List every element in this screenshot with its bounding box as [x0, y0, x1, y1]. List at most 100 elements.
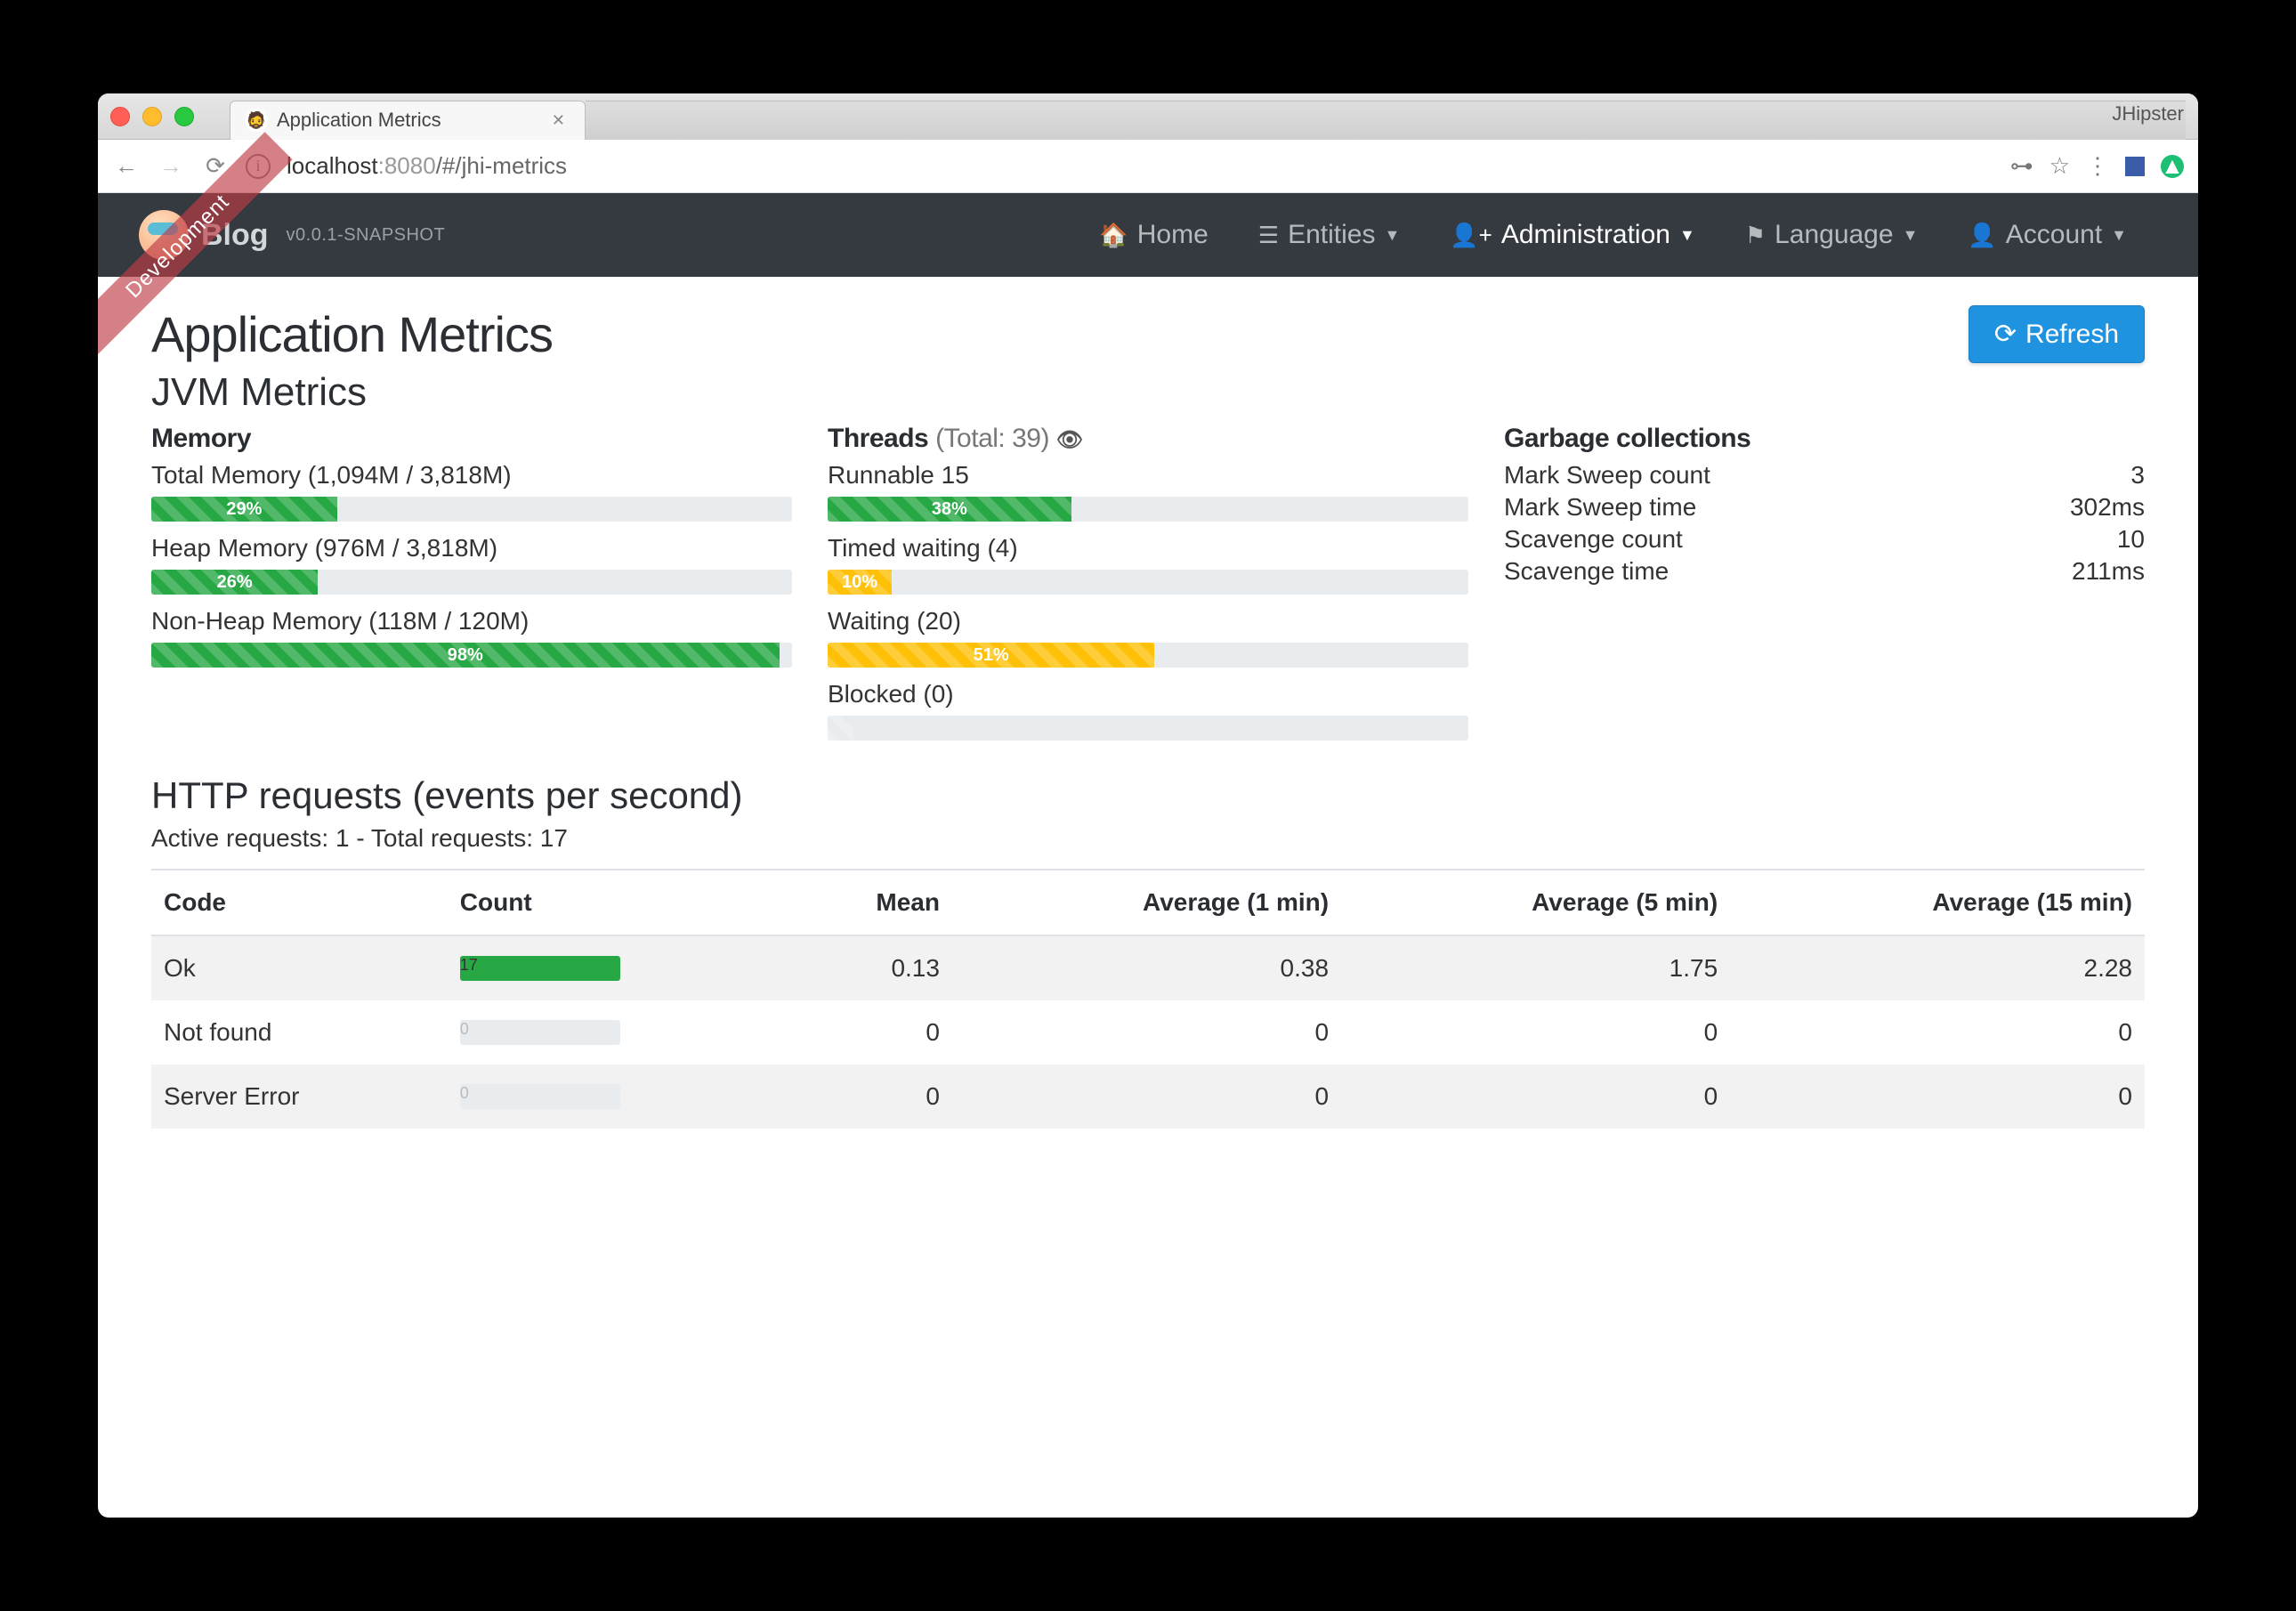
threads-timed-label: Timed waiting (4) — [828, 534, 1468, 563]
gc-label: Scavenge time — [1504, 557, 1669, 586]
memory-heading: Memory — [151, 424, 792, 454]
app-navbar: Development Blog v0.0.1-SNAPSHOT 🏠 Home … — [98, 193, 2198, 277]
close-tab-button[interactable]: ✕ — [546, 111, 570, 130]
count-cell: 0 — [448, 1065, 789, 1129]
table-row: Not found00000 — [151, 1000, 2145, 1065]
http-heading: HTTP requests (events per second) — [151, 774, 2145, 817]
nav-administration[interactable]: 👤+ Administration ▼ — [1450, 220, 1694, 250]
threads-blocked-progress — [828, 716, 1468, 741]
nonheap-memory-bar: 98% — [151, 643, 780, 668]
gc-row: Mark Sweep count3 — [1504, 461, 2145, 490]
http-table: CodeCountMeanAverage (1 min)Average (5 m… — [151, 869, 2145, 1129]
code-cell: Not found — [151, 1000, 448, 1065]
jvm-heading: JVM Metrics — [151, 370, 2145, 415]
user-icon: 👤 — [1968, 222, 1996, 249]
nav-home[interactable]: 🏠 Home — [1099, 220, 1208, 250]
url-port: :8080 — [378, 152, 436, 179]
threads-column: Threads (Total: 39) 👁 Runnable 15 38% Ti… — [828, 424, 1468, 753]
table-header: Average (15 min) — [1730, 870, 2145, 935]
url-bar: ← → ⟳ i localhost:8080/#/jhi-metrics ⊶ ☆… — [98, 140, 2198, 193]
threads-waiting-bar: 51% — [828, 643, 1154, 668]
heap-memory-bar: 26% — [151, 570, 318, 595]
gc-row: Scavenge count10 — [1504, 525, 2145, 554]
count-progress: 0 — [460, 1020, 620, 1045]
http-summary: Active requests: 1 - Total requests: 17 — [151, 824, 2145, 853]
browser-window: 🧔 Application Metrics ✕ JHipster ← → ⟳ i… — [98, 93, 2198, 1518]
list-icon: ☰ — [1258, 222, 1279, 249]
threads-runnable-progress: 38% — [828, 497, 1468, 522]
code-cell: Server Error — [151, 1065, 448, 1129]
titlebar-app-name: JHipster — [2112, 102, 2184, 125]
zoom-window-button[interactable] — [174, 107, 194, 126]
threads-timed-bar: 10% — [828, 570, 892, 595]
gc-label: Scavenge count — [1504, 525, 1683, 554]
url-path: /#/jhi-metrics — [436, 152, 567, 179]
metric-cell: 1.75 — [1341, 935, 1730, 1000]
gc-label: Mark Sweep time — [1504, 493, 1696, 522]
back-button[interactable]: ← — [112, 152, 141, 180]
gc-value: 211ms — [2072, 557, 2145, 586]
metric-cell: 0 — [1730, 1065, 2145, 1129]
forward-button[interactable]: → — [157, 152, 185, 180]
metric-cell: 0 — [1730, 1000, 2145, 1065]
eye-icon[interactable]: 👁 — [1056, 428, 1083, 452]
count-cell: 17 — [448, 935, 789, 1000]
menu-icon[interactable]: ⋮ — [2086, 152, 2109, 180]
tab-title: Application Metrics — [277, 109, 441, 132]
flag-icon: ⚑ — [1745, 222, 1766, 249]
heap-memory-progress: 26% — [151, 570, 792, 595]
heap-memory-label: Heap Memory (976M / 3,818M) — [151, 534, 792, 563]
minimize-window-button[interactable] — [142, 107, 162, 126]
metric-cell: 0 — [952, 1065, 1341, 1129]
gc-heading: Garbage collections — [1504, 424, 2145, 454]
metric-cell: 0 — [1341, 1000, 1730, 1065]
nav-home-label: Home — [1137, 220, 1209, 250]
metric-cell: 0.38 — [952, 935, 1341, 1000]
count-bar: 17 — [460, 956, 620, 981]
nav-entities-label: Entities — [1288, 220, 1375, 250]
nonheap-memory-progress: 98% — [151, 643, 792, 668]
table-header: Average (1 min) — [952, 870, 1341, 935]
nav-language[interactable]: ⚑ Language ▼ — [1745, 220, 1919, 250]
extension-icon-2[interactable]: ▲ — [2161, 155, 2184, 178]
count-bar: 0 — [460, 1084, 465, 1109]
metric-cell: 0 — [952, 1000, 1341, 1065]
chevron-down-icon: ▼ — [2111, 226, 2127, 245]
key-icon[interactable]: ⊶ — [2010, 152, 2033, 180]
refresh-label: Refresh — [2025, 320, 2119, 350]
gc-label: Mark Sweep count — [1504, 461, 1710, 490]
extension-icon-1[interactable] — [2125, 157, 2145, 176]
star-icon[interactable]: ☆ — [2049, 152, 2070, 180]
metric-cell: 0 — [788, 1065, 952, 1129]
nav-entities[interactable]: ☰ Entities ▼ — [1258, 220, 1401, 250]
threads-total: (Total: 39) — [935, 424, 1049, 453]
favicon-icon: 🧔 — [245, 109, 268, 132]
page-content: Application Metrics ⟳ Refresh JVM Metric… — [98, 277, 2198, 1518]
address-field[interactable]: localhost:8080/#/jhi-metrics — [287, 152, 1994, 180]
metric-cell: 0 — [1341, 1065, 1730, 1129]
total-memory-label: Total Memory (1,094M / 3,818M) — [151, 461, 792, 490]
chevron-down-icon: ▼ — [1903, 226, 1919, 245]
count-progress: 0 — [460, 1084, 620, 1109]
threads-runnable-bar: 38% — [828, 497, 1071, 522]
total-memory-bar: 29% — [151, 497, 337, 522]
threads-runnable-label: Runnable 15 — [828, 461, 1468, 490]
table-header: Average (5 min) — [1341, 870, 1730, 935]
page-title: Application Metrics — [151, 305, 553, 363]
table-row: Ok170.130.381.752.28 — [151, 935, 2145, 1000]
table-row: Server Error00000 — [151, 1065, 2145, 1129]
gc-column: Garbage collections Mark Sweep count3Mar… — [1504, 424, 2145, 753]
threads-timed-progress: 10% — [828, 570, 1468, 595]
threads-blocked-label: Blocked (0) — [828, 680, 1468, 708]
refresh-button[interactable]: ⟳ Refresh — [1969, 305, 2145, 363]
memory-column: Memory Total Memory (1,094M / 3,818M) 29… — [151, 424, 792, 753]
browser-tab[interactable]: 🧔 Application Metrics ✕ — [230, 101, 586, 140]
close-window-button[interactable] — [110, 107, 130, 126]
threads-heading: Threads — [828, 424, 928, 453]
threads-waiting-label: Waiting (20) — [828, 607, 1468, 635]
threads-blocked-bar — [828, 716, 853, 741]
nav-language-label: Language — [1775, 220, 1893, 250]
count-progress: 17 — [460, 956, 620, 981]
nav-account[interactable]: 👤 Account ▼ — [1968, 220, 2127, 250]
titlebar: 🧔 Application Metrics ✕ JHipster — [98, 93, 2198, 140]
